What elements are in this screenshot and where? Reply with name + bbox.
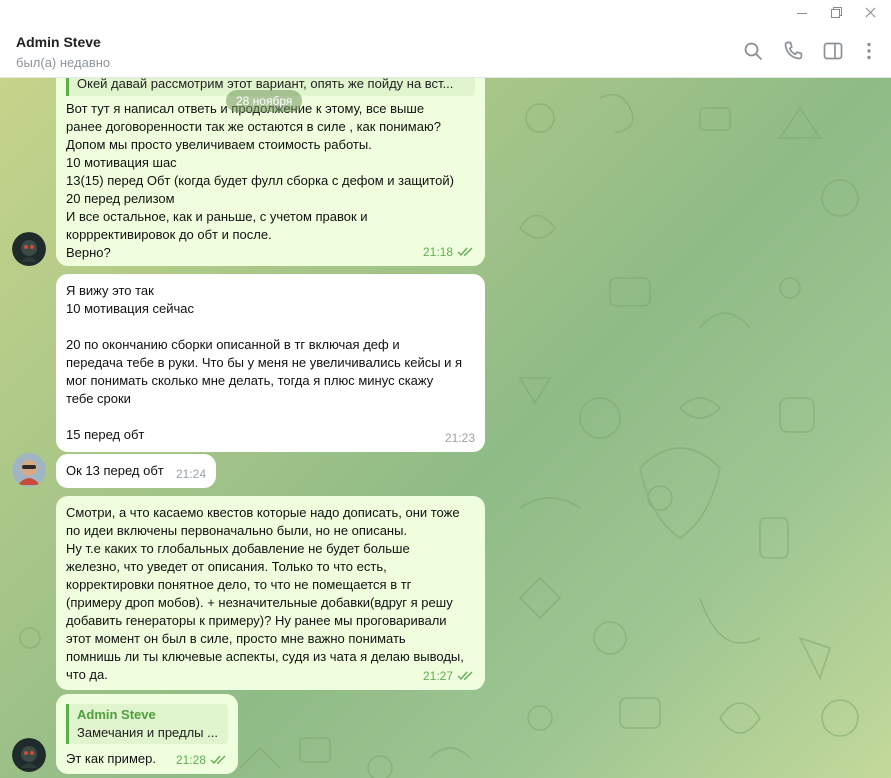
chat-header: Admin Steve был(а) недавно — [0, 24, 891, 78]
avatar[interactable] — [12, 232, 46, 266]
message-time: 21:27 — [422, 669, 453, 683]
search-icon[interactable] — [741, 39, 765, 63]
message-bubble-incoming[interactable]: Ок 13 перед обт 21:24 — [56, 454, 216, 488]
message-bubble-incoming[interactable]: Я вижу это так 10 мотивация сейчас 20 по… — [56, 274, 485, 452]
reply-quote[interactable]: Admin Steve Замечания и предлы ... — [66, 704, 228, 744]
message-time: 21:23 — [444, 431, 475, 445]
avatar[interactable] — [12, 738, 46, 772]
close-icon[interactable] — [853, 0, 887, 24]
message-time: 21:18 — [422, 245, 453, 259]
message-time: 21:28 — [175, 753, 206, 767]
message-meta: 21:23 — [445, 429, 475, 447]
avatar-image — [12, 738, 46, 772]
avatar-image — [12, 453, 46, 487]
more-vertical-icon[interactable] — [857, 39, 881, 63]
reply-author: Admin Steve — [77, 707, 156, 722]
message-bubble-outgoing[interactable]: Admin Steve Замечания и предлы ... Эт ка… — [56, 694, 238, 774]
message-text: Смотри, а что касаемо квестов которые на… — [66, 505, 464, 682]
contact-name[interactable]: Admin Steve — [16, 34, 101, 50]
maximize-icon[interactable] — [819, 0, 853, 24]
avatar-image — [12, 232, 46, 266]
date-separator: 28 ноября — [226, 90, 303, 112]
message-meta: 21:28 — [176, 751, 228, 769]
read-checkmarks-icon — [457, 247, 473, 257]
message-text: Я вижу это так 10 мотивация сейчас 20 по… — [66, 283, 463, 442]
avatar[interactable] — [12, 453, 46, 487]
message-text: Вот тут я написал ответь и продолжение к… — [66, 101, 454, 260]
phone-icon[interactable] — [781, 39, 805, 63]
contact-status: был(а) недавно — [16, 55, 111, 70]
message-meta: 21:27 — [423, 667, 475, 685]
reply-preview-text: Замечания и предлы ... — [77, 725, 218, 740]
sidebar-toggle-icon[interactable] — [821, 39, 845, 63]
message-meta: 21:24 — [176, 465, 206, 483]
chat-area[interactable]: Окей давай рассмотрим этот вариант, опят… — [0, 78, 891, 778]
message-time: 21:24 — [175, 467, 206, 481]
minimize-icon[interactable] — [785, 0, 819, 24]
window-titlebar — [0, 0, 891, 24]
message-meta: 21:18 — [423, 243, 475, 261]
message-bubble-outgoing[interactable]: Смотри, а что касаемо квестов которые на… — [56, 496, 485, 690]
read-checkmarks-icon — [210, 755, 226, 765]
read-checkmarks-icon — [457, 671, 473, 681]
